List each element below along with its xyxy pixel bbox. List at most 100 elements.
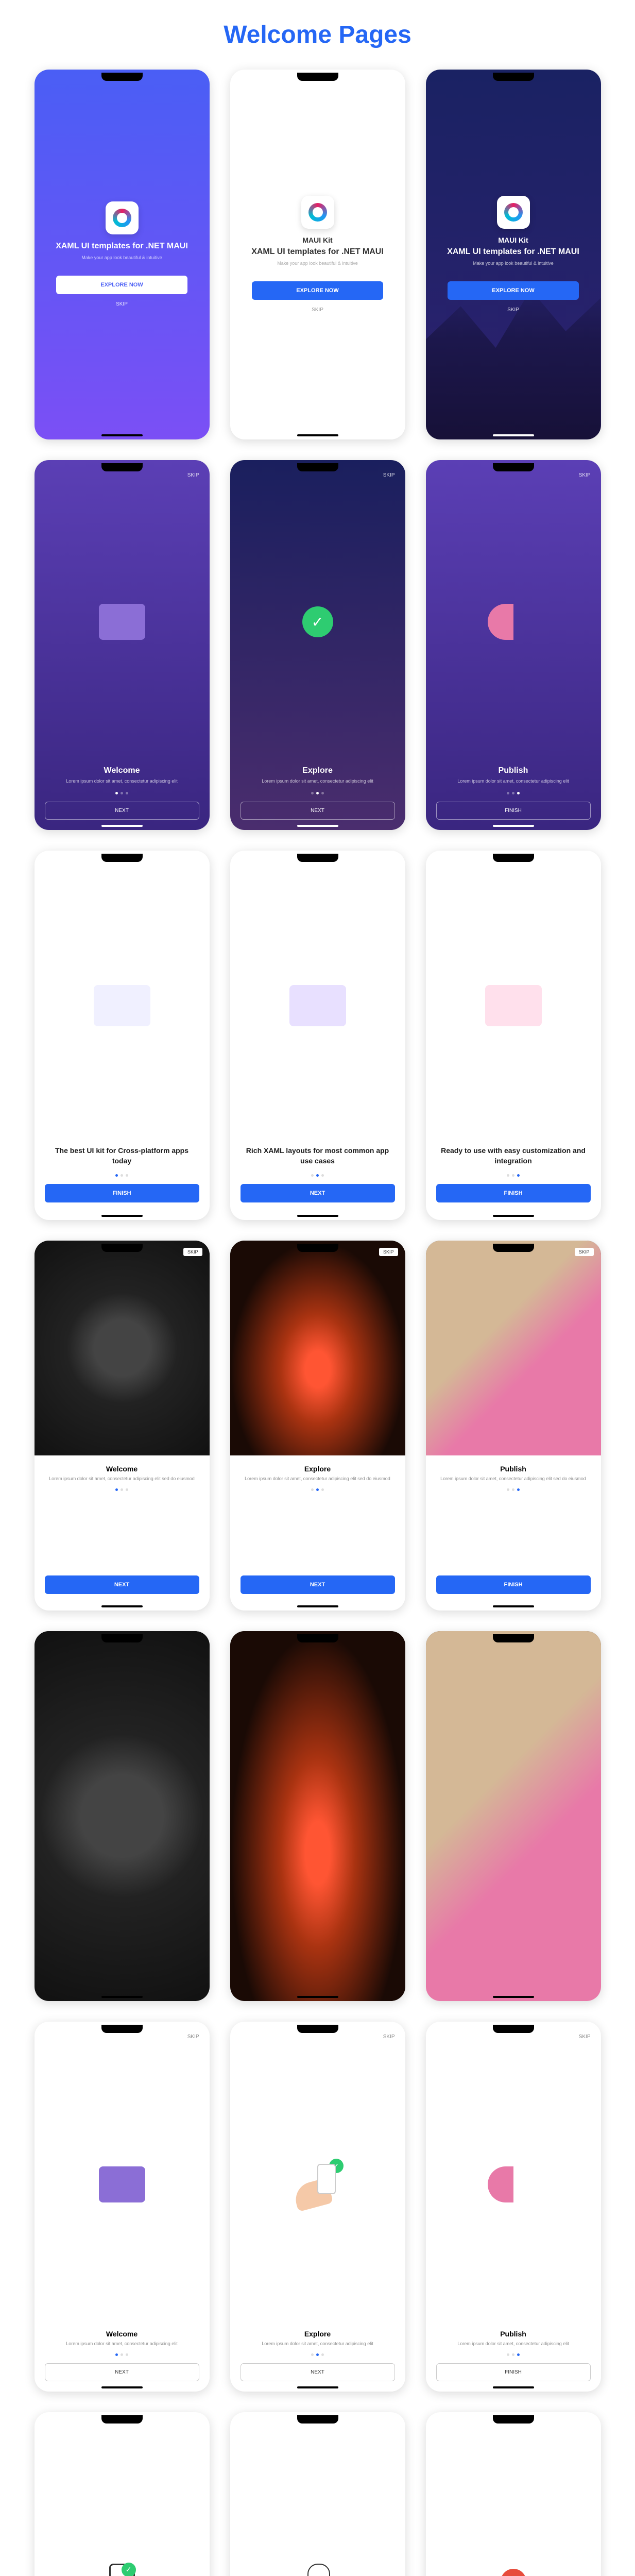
page-indicator — [436, 2353, 591, 2356]
skip-button[interactable]: SKIP — [379, 1248, 398, 1256]
skip-button[interactable]: SKIP — [183, 1248, 202, 1256]
desc: Make your app look beautiful & intuitive — [81, 255, 162, 260]
phone-r6c2: SKIP ✓ Explore Lorem ipsum dolor sit ame… — [230, 2022, 405, 2392]
home-bar — [101, 2386, 143, 2388]
page-indicator — [436, 1488, 591, 1491]
notch — [101, 1244, 143, 1252]
page-indicator — [436, 1174, 591, 1177]
illustration: ✓ — [241, 2040, 395, 2330]
notch — [297, 73, 338, 81]
phone-r1c3: MAUI Kit XAML UI templates for .NET MAUI… — [426, 70, 601, 439]
home-bar — [297, 2386, 338, 2388]
notch — [297, 2025, 338, 2033]
phone-r2c3: SKIP Publish Lorem ipsum dolor sit amet,… — [426, 460, 601, 830]
home-bar — [493, 2386, 534, 2388]
title: Rich XAML layouts for most common app us… — [241, 1146, 395, 1166]
page-indicator — [45, 1174, 199, 1177]
home-bar — [493, 1996, 534, 1998]
skip-link[interactable]: SKIP — [436, 472, 591, 478]
hero-image: SKIP — [426, 1241, 601, 1455]
finish-button[interactable]: FINISH — [436, 802, 591, 820]
illustration: ✓ — [45, 2428, 199, 2576]
notch — [101, 463, 143, 471]
finish-button[interactable]: FINISH — [436, 1184, 591, 1202]
title: Publish — [436, 766, 591, 775]
title: Explore — [241, 2330, 395, 2338]
finish-button[interactable]: FINISH — [45, 1184, 199, 1202]
illustration — [45, 2040, 199, 2330]
explore-button[interactable]: EXPLORE NOW — [56, 276, 187, 294]
phone-r2c2: SKIP ✓ Explore Lorem ipsum dolor sit ame… — [230, 460, 405, 830]
home-bar — [493, 434, 534, 436]
phone-r2c1: SKIP Welcome Lorem ipsum dolor sit amet,… — [35, 460, 210, 830]
title: Explore — [241, 1465, 395, 1473]
phone-r3c3: Ready to use with easy customization and… — [426, 851, 601, 1221]
notch — [493, 2415, 534, 2424]
hero-image — [35, 1631, 210, 1823]
home-bar — [297, 434, 338, 436]
next-button[interactable]: NEXT — [241, 1184, 395, 1202]
page-indicator — [241, 792, 395, 794]
notch — [297, 1634, 338, 1642]
skip-link[interactable]: SKIP — [312, 307, 323, 313]
home-bar — [297, 1605, 338, 1607]
notch — [101, 2025, 143, 2033]
logo-icon — [106, 201, 139, 234]
illustration — [436, 866, 591, 1146]
page-title: Welcome Pages — [10, 21, 625, 49]
phone-r1c1: XAML UI templates for .NET MAUI Make you… — [35, 70, 210, 439]
phone-r5c1: Welcome Lorem ipsum dolor sit amet, cons… — [35, 1631, 210, 2001]
phone-r6c1: SKIP Welcome Lorem ipsum dolor sit amet,… — [35, 2022, 210, 2392]
skip-link[interactable]: SKIP — [436, 2034, 591, 2040]
home-bar — [101, 825, 143, 827]
skip-link[interactable]: SKIP — [45, 2034, 199, 2040]
page-indicator — [241, 2353, 395, 2356]
notch — [101, 854, 143, 862]
hero-image — [230, 1631, 405, 1823]
title: XAML UI templates for .NET MAUI — [56, 242, 188, 251]
desc: Lorem ipsum dolor sit amet, consectetur … — [436, 778, 591, 784]
skip-link[interactable]: SKIP — [507, 307, 519, 313]
phone-r4c3: SKIP Publish Lorem ipsum dolor sit amet,… — [426, 1241, 601, 1611]
explore-button[interactable]: EXPLORE NOW — [252, 281, 383, 300]
explore-button[interactable]: EXPLORE NOW — [448, 281, 579, 300]
skip-link[interactable]: SKIP — [241, 2034, 395, 2040]
desc: Lorem ipsum dolor sit amet, consectetur … — [436, 1476, 591, 1481]
page-indicator — [241, 1488, 395, 1491]
home-bar — [101, 1996, 143, 1998]
subtitle: MAUI Kit — [498, 236, 528, 244]
skip-link[interactable]: SKIP — [45, 472, 199, 478]
skip-link[interactable]: SKIP — [116, 301, 128, 307]
phone-r5c3: Publish Lorem ipsum dolor sit amet, cons… — [426, 1631, 601, 2001]
next-button[interactable]: NEXT — [45, 802, 199, 820]
finish-button[interactable]: FINISH — [436, 2363, 591, 2381]
page-indicator — [436, 792, 591, 794]
title: Explore — [241, 766, 395, 775]
illustration: ✓ — [241, 478, 395, 766]
illustration — [241, 866, 395, 1146]
skip-link[interactable]: SKIP — [241, 472, 395, 478]
notch — [297, 1244, 338, 1252]
next-button[interactable]: NEXT — [241, 802, 395, 820]
title: Welcome — [45, 766, 199, 775]
hero-image: SKIP — [35, 1241, 210, 1455]
next-button[interactable]: NEXT — [241, 1575, 395, 1594]
notch — [493, 2025, 534, 2033]
desc: Lorem ipsum dolor sit amet, consectetur … — [241, 778, 395, 784]
next-button[interactable]: NEXT — [241, 2363, 395, 2381]
desc: Lorem ipsum dolor sit amet, consectetur … — [45, 778, 199, 784]
next-button[interactable]: NEXT — [45, 2363, 199, 2381]
illustration — [436, 478, 591, 766]
desc: Lorem ipsum dolor sit amet, consectetur … — [436, 2341, 591, 2346]
finish-button[interactable]: FINISH — [436, 1575, 591, 1594]
skip-button[interactable]: SKIP — [575, 1248, 594, 1256]
notch — [297, 463, 338, 471]
logo-icon — [301, 196, 334, 229]
phone-r1c2: MAUI Kit XAML UI templates for .NET MAUI… — [230, 70, 405, 439]
next-button[interactable]: NEXT — [45, 1575, 199, 1594]
title: Ready to use with easy customization and… — [436, 1146, 591, 1166]
home-bar — [101, 1215, 143, 1217]
hero-image: SKIP — [230, 1241, 405, 1455]
phone-grid: XAML UI templates for .NET MAUI Make you… — [35, 70, 601, 2576]
title: XAML UI templates for .NET MAUI — [251, 247, 384, 257]
